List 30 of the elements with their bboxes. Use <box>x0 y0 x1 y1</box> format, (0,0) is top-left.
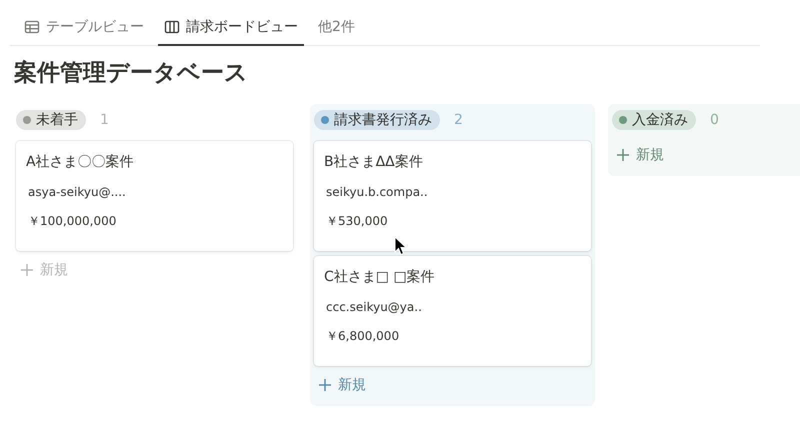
board-card[interactable]: C社さま□ □案件 ccc.seikyu@ya.. ￥6,800,000 <box>314 256 591 366</box>
card-amount: ￥100,000,000 <box>28 213 118 230</box>
plus-icon <box>318 378 332 392</box>
view-tab[interactable]: 請求ボードビュー <box>158 14 304 46</box>
status-tag: 未着手 <box>16 110 86 130</box>
card-count: 0 <box>710 112 719 128</box>
status-tag: 請求書発行済み <box>314 110 440 130</box>
columns-icon <box>164 19 180 35</box>
new-card-button[interactable]: 新規 <box>612 140 668 170</box>
card-count: 1 <box>100 112 109 128</box>
card-email: asya-seikyu@.... <box>28 185 127 199</box>
table-icon <box>24 19 40 35</box>
plus-icon <box>616 148 630 162</box>
status-tag: 入金済み <box>612 110 696 130</box>
card-email: ccc.seikyu@ya.. <box>326 300 423 314</box>
board-card[interactable]: A社さま〇〇案件 asya-seikyu@.... ￥100,000,000 <box>16 141 293 251</box>
view-tab[interactable]: テーブルビュー <box>18 14 150 46</box>
card-amount: ￥6,800,000 <box>326 328 400 345</box>
card-email: seikyu.b.compa.. <box>326 185 429 199</box>
card-amount: ￥530,000 <box>326 213 389 230</box>
card-title: B社さまΔΔ案件 <box>324 153 424 171</box>
view-tab[interactable]: 他2件 <box>312 14 361 46</box>
card-count: 2 <box>454 112 463 128</box>
card-title: A社さま〇〇案件 <box>26 153 135 171</box>
new-card-button[interactable]: 新規 <box>314 370 370 400</box>
card-title: C社さま□ □案件 <box>324 268 436 286</box>
board-card[interactable]: B社さまΔΔ案件 seikyu.b.compa.. ￥530,000 <box>314 141 591 251</box>
plus-icon <box>20 263 34 277</box>
page-title: 案件管理データベース <box>14 58 249 88</box>
cursor-icon <box>394 236 407 256</box>
